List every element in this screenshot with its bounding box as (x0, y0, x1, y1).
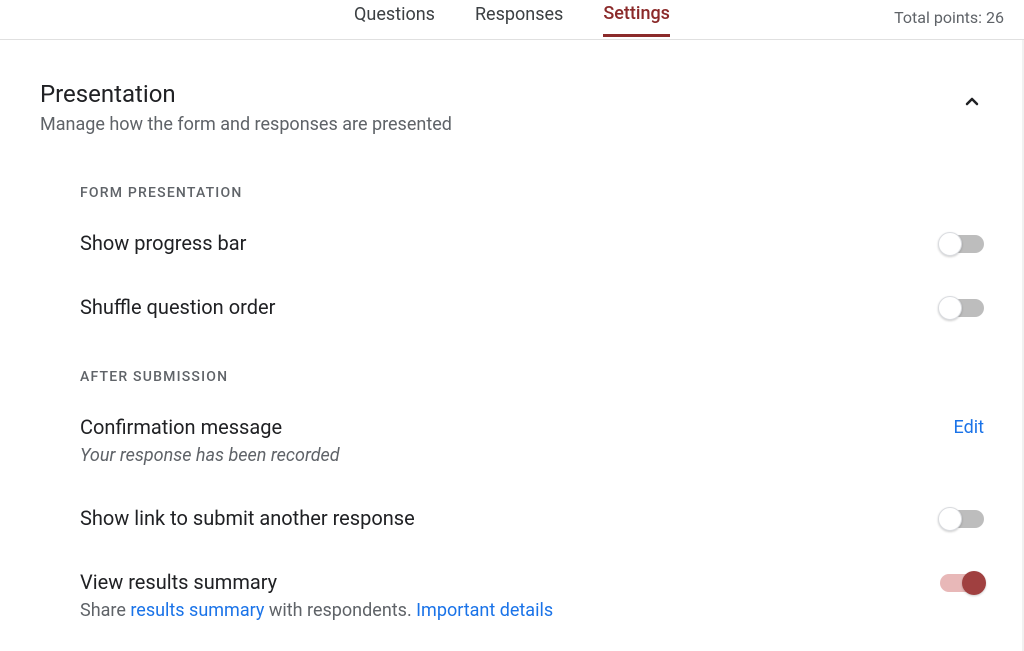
results-summary-link[interactable]: results summary (130, 600, 264, 621)
submit-another-toggle[interactable] (940, 508, 984, 528)
row-confirmation: Confirmation message Your response has b… (80, 415, 984, 466)
settings-content: Presentation Manage how the form and res… (0, 40, 1024, 621)
tab-questions[interactable]: Questions (354, 4, 435, 35)
top-bar: Questions Responses Settings Total point… (0, 0, 1024, 40)
form-presentation-subsection: FORM PRESENTATION Show progress bar Shuf… (80, 185, 984, 319)
important-details-link[interactable]: Important details (416, 600, 553, 621)
results-summary-desc: Share results summary with respondents. … (80, 600, 940, 621)
tabs: Questions Responses Settings (354, 3, 670, 37)
progress-bar-toggle[interactable] (940, 233, 984, 253)
total-points-label: Total points: 26 (894, 8, 1004, 27)
shuffle-toggle[interactable] (940, 297, 984, 317)
tab-settings[interactable]: Settings (603, 3, 670, 37)
row-submit-another: Show link to submit another response (80, 506, 984, 530)
progress-bar-label: Show progress bar (80, 231, 940, 255)
collapse-icon[interactable] (960, 90, 984, 118)
results-summary-toggle[interactable] (940, 572, 984, 592)
tab-responses[interactable]: Responses (475, 4, 563, 35)
results-summary-label: View results summary (80, 570, 940, 594)
submit-another-label: Show link to submit another response (80, 506, 940, 530)
presentation-section-header: Presentation Manage how the form and res… (40, 80, 984, 135)
after-submission-heading: AFTER SUBMISSION (80, 369, 984, 385)
row-progress-bar: Show progress bar (80, 231, 984, 255)
row-shuffle: Shuffle question order (80, 295, 984, 319)
confirmation-message: Your response has been recorded (80, 445, 954, 466)
after-submission-subsection: AFTER SUBMISSION Confirmation message Yo… (80, 369, 984, 621)
confirmation-label: Confirmation message (80, 415, 954, 439)
results-summary-desc-mid: with respondents. (264, 600, 416, 621)
shuffle-label: Shuffle question order (80, 295, 940, 319)
section-subtitle: Manage how the form and responses are pr… (40, 114, 452, 135)
form-presentation-heading: FORM PRESENTATION (80, 185, 984, 201)
section-title: Presentation (40, 80, 452, 108)
row-results-summary: View results summary Share results summa… (80, 570, 984, 621)
edit-confirmation-button[interactable]: Edit (954, 417, 984, 438)
results-summary-desc-prefix: Share (80, 600, 130, 621)
